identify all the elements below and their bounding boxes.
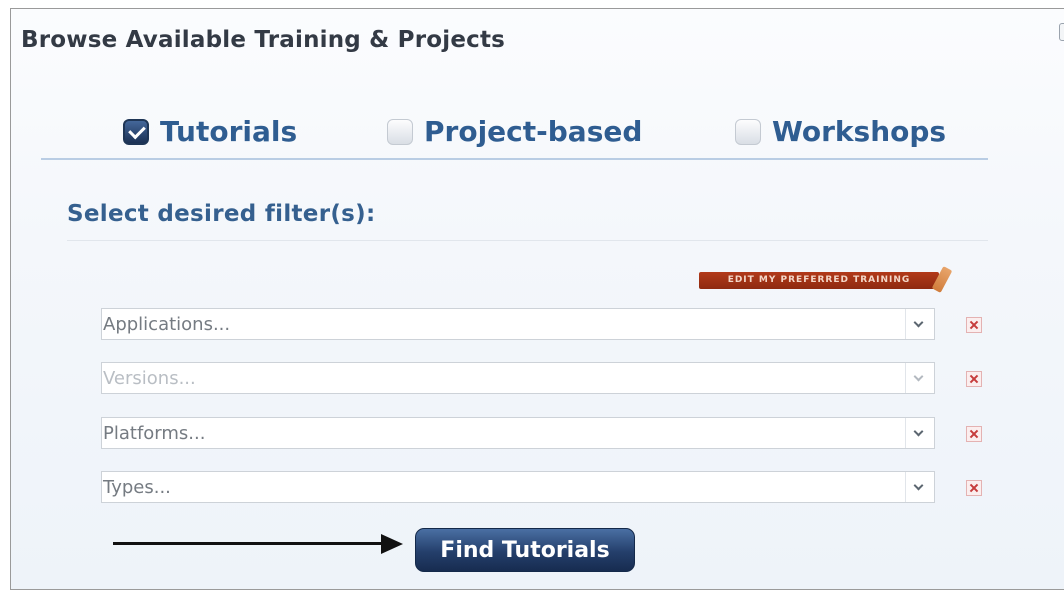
chevron-down-icon[interactable] [905,363,934,393]
types-select[interactable]: Types... [101,471,935,503]
platforms-select-value: Platforms... [103,423,206,444]
workshops-label: Workshops [772,115,947,148]
browse-training-panel: Browse Available Training & Projects Tut… [10,8,1064,590]
chevron-down-icon[interactable] [905,472,934,502]
chevron-down-icon[interactable] [905,418,934,448]
applications-select-value: Applications... [103,314,231,335]
tutorials-checkbox[interactable] [123,118,149,145]
section-divider [41,158,988,160]
find-tutorials-button[interactable]: Find Tutorials [415,528,635,572]
versions-select-value: Versions... [103,368,196,389]
training-type-options: Tutorials Project-based Workshops [11,115,1064,159]
remove-types-filter-icon[interactable] [966,480,982,496]
project-based-checkbox[interactable] [387,118,413,145]
edit-preferred-training-button[interactable]: EDIT MY PREFERRED TRAINING [699,272,939,289]
remove-applications-filter-icon[interactable] [966,317,982,333]
platforms-select[interactable]: Platforms... [101,417,935,449]
arrow-shaft [113,542,383,545]
panel-title: Browse Available Training & Projects [21,27,506,53]
type-option-workshops[interactable]: Workshops [735,115,946,148]
pointer-arrow-icon [113,534,403,554]
workshops-checkbox[interactable] [735,118,761,145]
types-select-value: Types... [103,477,171,498]
tutorials-label: Tutorials [160,115,298,148]
collapse-icon[interactable] [1059,23,1064,41]
arrow-head [381,534,403,554]
type-option-tutorials[interactable]: Tutorials [123,115,297,148]
type-option-project-based[interactable]: Project-based [387,115,642,148]
applications-select[interactable]: Applications... [101,308,935,340]
remove-versions-filter-icon[interactable] [966,371,982,387]
chevron-down-icon[interactable] [905,309,934,339]
remove-platforms-filter-icon[interactable] [966,426,982,442]
project-based-label: Project-based [424,115,643,148]
versions-select[interactable]: Versions... [101,362,935,394]
filter-heading: Select desired filter(s): [67,201,376,227]
filter-divider [67,240,988,241]
